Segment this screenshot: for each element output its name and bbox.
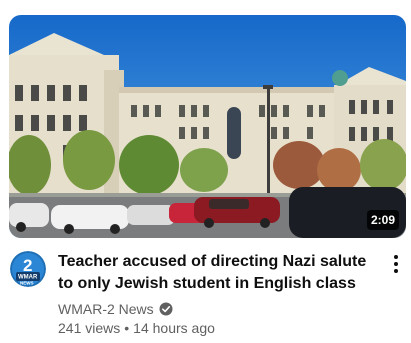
metadata-separator: • <box>124 320 130 336</box>
video-thumbnail[interactable]: 2:09 <box>9 15 406 238</box>
thumbnail-image <box>9 15 406 238</box>
more-vertical-icon-dot <box>394 262 398 266</box>
more-vertical-icon <box>394 255 398 259</box>
view-count: 241 views <box>58 320 121 336</box>
video-title[interactable]: Teacher accused of directing Nazi salute… <box>58 251 378 295</box>
more-options-button[interactable] <box>386 252 406 276</box>
upload-age: 14 hours ago <box>133 320 215 336</box>
channel-name[interactable]: WMAR-2 News <box>58 300 154 318</box>
channel-avatar[interactable]: 2 WMAR NEWS <box>10 251 46 287</box>
video-duration-badge: 2:09 <box>366 210 399 230</box>
channel-row: WMAR-2 News <box>58 300 173 318</box>
more-vertical-icon-dot <box>394 269 398 273</box>
video-metadata: 241 views • 14 hours ago <box>58 319 215 337</box>
verified-check-icon <box>159 302 173 316</box>
avatar-logo-sub: NEWS <box>20 281 34 286</box>
channel-avatar-icon: 2 WMAR NEWS <box>10 251 46 287</box>
